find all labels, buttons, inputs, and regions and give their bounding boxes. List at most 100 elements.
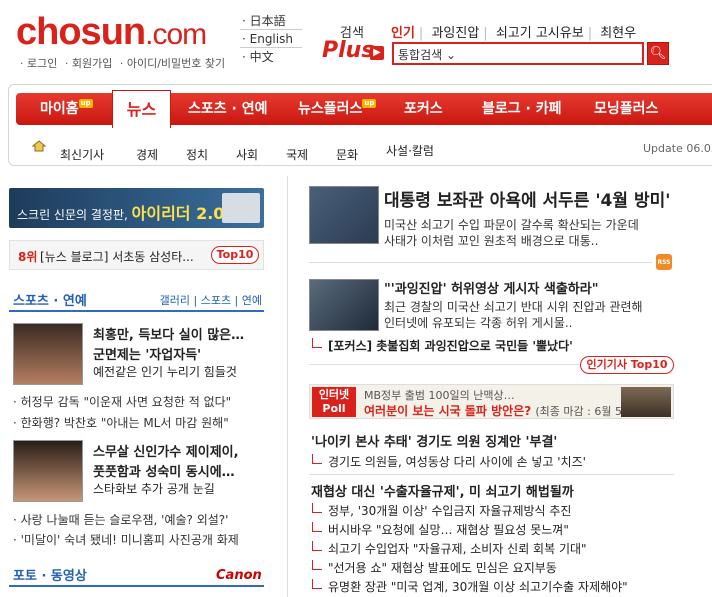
poll-photo — [621, 387, 671, 417]
related-link[interactable]: 쇠고기 수입업자 "자율규제, 소비자 신뢰 회복 기대" — [312, 540, 587, 557]
rank-number: 8위 — [18, 250, 38, 264]
list-item[interactable]: · '미달이' 숙녀 됐네! 미니홈피 사진공개 화제 — [13, 531, 239, 548]
column-divider — [287, 176, 288, 597]
story-title[interactable]: 최홍만, 득보다 실이 많은… — [93, 324, 244, 343]
search-keywords: 인기 | 과잉진압 | 쇠고기 고시유보 | 최현우 — [391, 26, 637, 41]
banner-highlight: 아이리더 2.0! — [131, 204, 232, 223]
signup-link[interactable]: · 회원가입 — [65, 57, 112, 70]
story-title[interactable]: 군면제는 '자업자득' — [93, 344, 201, 363]
update-time: Update 06.03 — [643, 142, 712, 155]
popular-top10-button[interactable]: 인기기사 Top10 — [580, 356, 674, 374]
keyword-3[interactable]: 최현우 — [600, 26, 636, 41]
nav-newsplus[interactable]: 뉴스플러스 up — [298, 93, 377, 125]
section-title[interactable]: 스포츠 · 연예 — [13, 290, 87, 309]
lang-chinese[interactable]: · 中文 — [240, 48, 302, 66]
divider — [309, 474, 674, 475]
rss-label: RSS — [657, 259, 671, 266]
story-title[interactable]: 풋풋함과 성숙미 동시에… — [93, 461, 235, 480]
lead-summary: 사태가 이처럼 꼬인 원초적 배경으로 대통.. — [384, 234, 599, 248]
nav-focus[interactable]: 포커스 — [404, 93, 443, 125]
login-link[interactable]: · 로그인 — [20, 57, 57, 70]
language-links: · 日本語 · English · 中文 — [240, 12, 302, 66]
link-text: "선거용 쇼" 재협상 발표에도 민심은 요지부동 — [328, 561, 557, 575]
arrow-link-icon — [312, 454, 322, 464]
arrow-link-icon — [312, 503, 322, 513]
story-thumbnail[interactable] — [309, 279, 379, 331]
lead-headline[interactable]: 대통령 보좌관 아욕에 서두른 '4월 방미' — [384, 186, 670, 211]
related-link[interactable]: 경기도 의원들, 여성동상 다리 사이에 손 넣고 '치즈' — [312, 453, 586, 470]
chevron-down-icon: ⌄ — [446, 48, 457, 62]
arrow-link-icon — [312, 522, 322, 532]
subnav-editorial[interactable]: 사설·칼럼 — [386, 142, 434, 159]
keyword-popular[interactable]: 인기 — [391, 26, 415, 41]
lang-japanese[interactable]: · 日本語 — [240, 12, 302, 30]
link-text: 경기도 의원들, 여성동상 다리 사이에 손 넣고 '치즈' — [328, 455, 586, 469]
device-image — [222, 193, 260, 223]
nav-myhome[interactable]: 마이홈 up — [40, 93, 93, 125]
poll-tag-line: 인터넷 — [318, 388, 350, 401]
nav-blog-cafe[interactable]: 블로그 · 카페 — [482, 93, 561, 125]
sports-section-header: 스포츠 · 연예 갤러리 | 스포츠 | 연예 — [9, 288, 264, 312]
arrow-link-icon — [312, 560, 322, 570]
arrow-right-icon: ▶ — [370, 46, 384, 60]
lead-summary: 미국산 쇠고기 수입 파문이 갈수록 확산되는 가운데 — [384, 218, 639, 232]
section-links[interactable]: 갤러리 | 스포츠 | 연예 — [160, 292, 262, 308]
related-link[interactable]: 정부, '30개월 이상' 수입금지 자율규제방식 추진 — [312, 502, 571, 519]
story-subtitle: 예전같은 인기 누리기 힘들것 — [93, 365, 237, 379]
top10-button[interactable]: Top10 — [211, 246, 259, 264]
arrow-link-icon — [312, 338, 322, 348]
search-icon: 🔍︎ — [649, 46, 667, 61]
ireader-banner[interactable]: 스크린 신문의 결정판, 아이리더 2.0! — [9, 188, 264, 228]
story-thumbnail[interactable] — [13, 323, 83, 385]
section-title[interactable]: 포토 · 동영상 — [13, 565, 87, 584]
story-thumbnail[interactable] — [309, 186, 379, 244]
search-button[interactable]: 🔍︎ — [647, 42, 669, 65]
canon-logo[interactable]: Canon — [216, 568, 262, 583]
poll-question-text: 여러분이 보는 시국 돌파 방안은? — [364, 404, 532, 418]
search-scope-value: 통합검색 — [398, 48, 443, 62]
list-item[interactable]: · 한화행? 박찬호 "아내는 ML서 마감 원해" — [13, 414, 229, 431]
link-text: 정부, '30개월 이상' 수입금지 자율규제방식 추진 — [328, 504, 572, 518]
nav-morningplus[interactable]: 모닝플러스 — [594, 93, 658, 125]
story-summary: 인터넷에 유포되는 각종 허위 게시물.. — [384, 316, 573, 330]
nav-news[interactable]: 뉴스 — [112, 90, 171, 128]
poll-tag-line: Poll — [322, 402, 346, 415]
ranking-ticker: 8위 [뉴스 블로그] 서초동 삼성타... Top10 — [9, 240, 264, 270]
link-text: [포커스] 촛불집회 과잉진압으로 국민들 '뿔났다' — [328, 339, 573, 353]
chosun-logo[interactable]: chosun.com — [16, 10, 207, 57]
list-item[interactable]: · 사랑 나눌때 듣는 슬로우잼, '예술? 외설?' — [13, 511, 228, 528]
keyword-2[interactable]: 쇠고기 고시유보 — [496, 26, 584, 41]
chevron-down-icon: ⌄ — [236, 146, 247, 160]
link-text: 버시바우 "요청에 실망… 재협상 필요성 못느껴" — [328, 523, 569, 537]
keyword-1[interactable]: 과잉진압 — [431, 26, 479, 41]
link-text: 쇠고기 수입업자 "자율규제, 소비자 신뢰 회복 기대" — [328, 542, 587, 556]
search-plus-logo[interactable]: 검색 Plus ▶ — [322, 22, 388, 66]
story-headline[interactable]: "'과잉진압' 허위영상 게시자 색출하라" — [384, 278, 598, 297]
search-input[interactable]: 통합검색 ⌄ — [392, 42, 644, 65]
chevron-down-icon: ⌄ — [136, 146, 147, 160]
lang-english[interactable]: · English — [240, 30, 302, 48]
rss-icon[interactable]: RSS — [656, 254, 672, 270]
related-link[interactable]: 버시바우 "요청에 실망… 재협상 필요성 못느껴" — [312, 521, 569, 538]
banner-text: 스크린 신문의 결정판, 아이리더 2.0! — [17, 200, 232, 224]
search-scope-select[interactable]: 통합검색 ⌄ — [398, 46, 456, 63]
focus-link[interactable]: [포커스] 촛불집회 과잉진압으로 국민들 '뿔났다' — [312, 337, 573, 354]
poll-subtitle: MB정부 출범 100일의 난맥상… — [364, 389, 515, 402]
rank-headline[interactable]: [뉴스 블로그] 서초동 삼성타... — [40, 248, 194, 265]
related-link[interactable]: "선거용 쇼" 재협상 발표에도 민심은 요지부동 — [312, 559, 557, 576]
story-headline[interactable]: 재협상 대신 '수출자율규제', 미 쇠고기 해법될까 — [311, 481, 574, 500]
story-subtitle: 스타화보 추가 공개 눈길 — [93, 482, 215, 496]
sub-nav: 최신기사 ⌄ 경제 ⌄ 정치 ⌄ 사회 ⌄ 국제 ⌄ 문화 ⌄ 사설·칼럼 — [30, 138, 712, 162]
link-text: 유명환 장관 "미국 업계, 30개월 이상 쇠고기수출 자제해야" — [328, 580, 628, 594]
home-icon[interactable] — [32, 140, 46, 152]
story-thumbnail[interactable] — [13, 440, 83, 502]
nav-sports-entertainment[interactable]: 스포츠 · 연예 — [188, 93, 267, 125]
related-link[interactable]: 유명환 장관 "미국 업계, 30개월 이상 쇠고기수출 자제해야" — [312, 578, 628, 595]
story-headline[interactable]: '나이키 본사 추태' 경기도 의원 징계안 '부결' — [311, 431, 557, 450]
find-id-password-link[interactable]: · 아이디/비밀번호 찾기 — [120, 57, 225, 70]
list-item[interactable]: · 허정무 감독 "이운재 사면 요청한 적 없다" — [13, 393, 231, 410]
poll-question: 여러분이 보는 시국 돌파 방안은? (최종 마감 : 6월 5일) — [364, 402, 636, 419]
story-title[interactable]: 스무살 신인가수 제이제이, — [93, 441, 239, 460]
internet-poll-banner[interactable]: 인터넷 Poll MB정부 출범 100일의 난맥상… 여러분이 보는 시국 돌파… — [309, 384, 674, 419]
arrow-link-icon — [312, 541, 322, 551]
